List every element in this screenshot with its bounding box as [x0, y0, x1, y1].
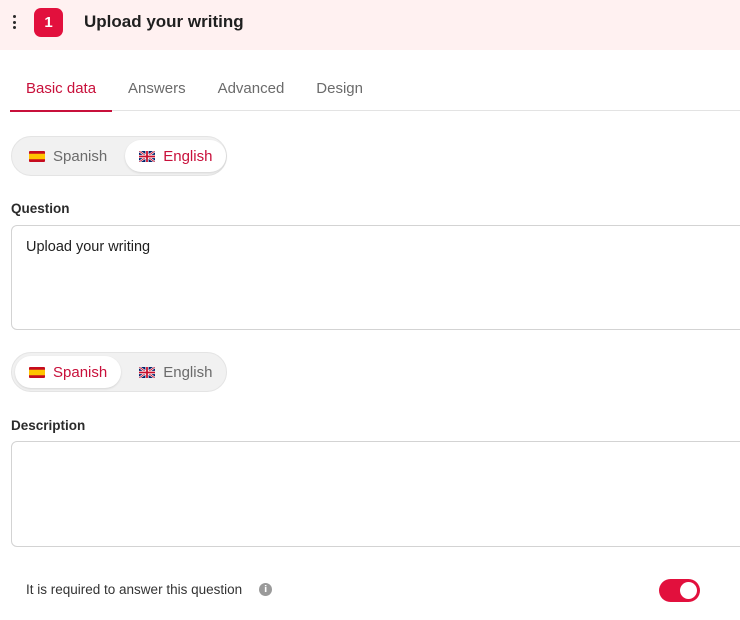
tab-basic-data[interactable]: Basic data — [10, 72, 113, 112]
lang-label: English — [163, 147, 213, 165]
description-language-switch: Spanish English — [11, 352, 227, 392]
question-header: 1 Upload your writing — [0, 0, 740, 50]
required-setting: It is required to answer this question i — [26, 582, 273, 597]
description-label: Description — [11, 418, 86, 433]
drag-handle-icon[interactable] — [11, 15, 17, 29]
question-language-switch: Spanish English — [11, 136, 227, 176]
description-input[interactable] — [11, 441, 740, 547]
question-input[interactable] — [11, 225, 740, 330]
spain-flag-icon — [29, 366, 45, 378]
description-lang-english[interactable]: English — [125, 356, 226, 388]
description-lang-spanish[interactable]: Spanish — [15, 356, 122, 388]
lang-label: Spanish — [53, 363, 108, 381]
uk-flag-icon — [139, 366, 156, 378]
question-lang-spanish[interactable]: Spanish — [15, 140, 121, 172]
tab-advanced[interactable]: Advanced — [202, 72, 301, 111]
lang-label: English — [163, 363, 213, 381]
lang-label: Spanish — [53, 147, 108, 165]
question-label: Question — [11, 201, 70, 216]
uk-flag-icon — [139, 150, 156, 162]
info-icon[interactable]: i — [259, 583, 273, 596]
required-toggle[interactable] — [659, 579, 700, 602]
tab-design[interactable]: Design — [300, 72, 379, 111]
question-number-badge: 1 — [34, 8, 63, 37]
question-title: Upload your writing — [84, 12, 244, 31]
toggle-knob — [680, 582, 697, 599]
tab-answers[interactable]: Answers — [112, 72, 202, 111]
required-label: It is required to answer this question — [26, 582, 243, 597]
spain-flag-icon — [29, 150, 45, 162]
tab-bar: Basic data Answers Advanced Design — [10, 72, 740, 112]
question-lang-english[interactable]: English — [125, 140, 227, 172]
